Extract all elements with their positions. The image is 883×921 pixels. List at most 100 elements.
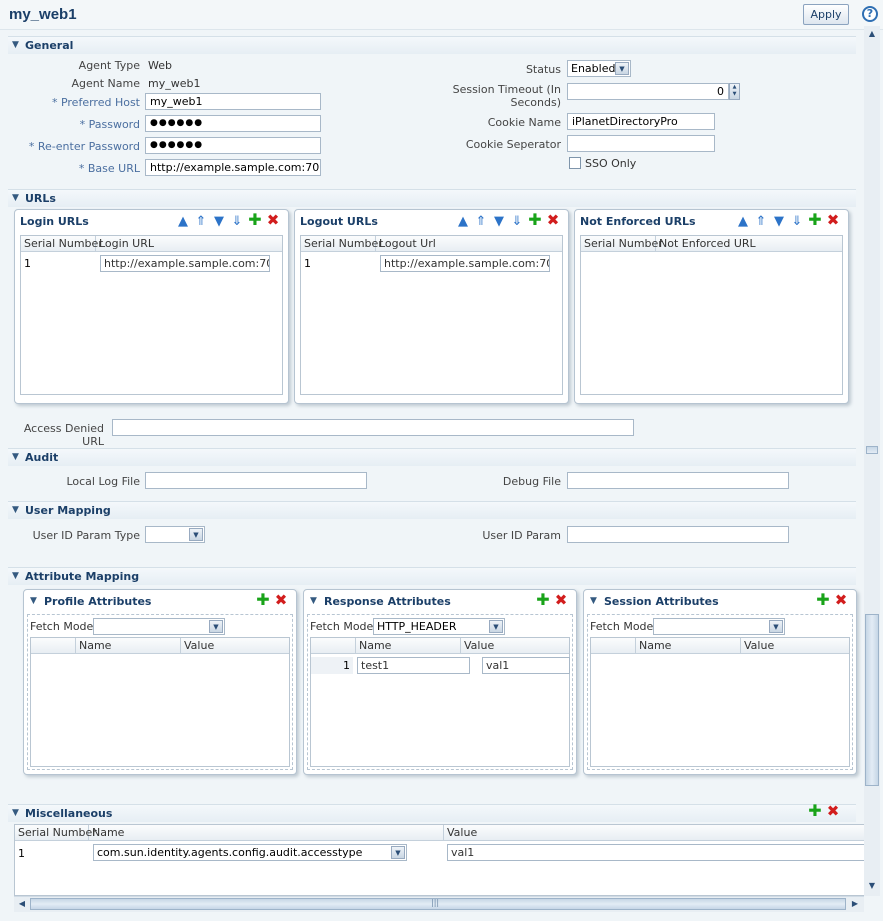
session-timeout-spinner[interactable]: ▲ ▼ [729,83,740,100]
scroll-up-icon[interactable]: ▲ [865,27,879,41]
agent-type-value: Web [148,59,172,72]
audit-section-header[interactable]: ▼ Audit [8,448,856,466]
fetch-mode-label: Fetch Mode [590,620,654,633]
horizontal-scroll-thumb[interactable]: ||| [30,898,846,910]
col-serial-number: Serial Number [581,236,663,252]
user-mapping-section-header[interactable]: ▼ User Mapping [8,501,856,519]
miscellaneous-section-header[interactable]: ▼ Miscellaneous [8,804,856,822]
collapse-audit-icon[interactable]: ▼ [12,452,19,462]
user-id-param-label: User ID Param [482,529,561,542]
add-icon[interactable]: ✚ [806,803,824,819]
response-attributes-content: Fetch Mode HTTP_HEADER ▼ Name Value 1 te… [307,614,573,770]
user-id-param-type-select[interactable]: ▼ [145,526,205,543]
move-top-icon[interactable]: ⇑ [472,215,490,229]
session-attributes-toolbar: ✚ ✖ [814,592,850,608]
add-icon[interactable]: ✚ [254,592,272,608]
attribute-mapping-section-header[interactable]: ▼ Attribute Mapping [8,567,856,585]
response-attr-value-input[interactable]: val1 [482,657,570,674]
access-denied-url-label: Access Denied URL [23,422,104,448]
move-top-icon[interactable]: ⇑ [752,215,770,229]
session-timeout-input[interactable]: 0 [567,83,729,100]
agent-name-label: Agent Name [71,77,140,90]
collapse-attribute-mapping-icon[interactable]: ▼ [12,571,19,581]
help-icon[interactable]: ? [862,6,878,22]
delete-icon[interactable]: ✖ [272,593,290,608]
user-id-param-input[interactable] [567,526,789,543]
collapse-response-attributes-icon[interactable]: ▼ [310,596,317,606]
login-url-input[interactable]: http://example.sample.com:7001 [100,255,270,272]
status-select[interactable]: Enabled ▼ [567,60,631,77]
scroll-left-icon[interactable]: ◀ [15,897,29,911]
move-bottom-icon[interactable]: ⇓ [788,215,806,229]
chevron-down-icon: ▼ [615,62,629,75]
access-denied-url-input[interactable] [112,419,634,436]
session-timeout-label: Session Timeout (In Seconds) [452,83,561,109]
collapse-urls-icon[interactable]: ▼ [12,193,19,203]
fetch-mode-label: Fetch Mode [310,620,374,633]
row-serial: 1 [24,257,31,270]
spinner-up-icon[interactable]: ▲ [730,84,739,91]
collapse-general-icon[interactable]: ▼ [12,40,19,50]
miscellaneous-table: Serial Number Name Value 1 com.sun.ident… [14,824,865,896]
scroll-down-icon[interactable]: ▼ [865,879,879,893]
delete-icon[interactable]: ✖ [552,593,570,608]
add-icon[interactable]: ✚ [814,592,832,608]
sso-only-checkbox[interactable] [569,157,581,169]
delete-icon[interactable]: ✖ [824,804,842,819]
chevron-down-icon: ▼ [189,528,203,541]
cookie-name-input[interactable]: iPlanetDirectoryPro [567,113,715,130]
delete-icon[interactable]: ✖ [832,593,850,608]
move-top-icon[interactable]: ⇑ [192,215,210,229]
session-fetch-mode-select[interactable]: ▼ [653,618,785,635]
session-attributes-table: Name Value [590,637,850,767]
logout-url-input[interactable]: http://example.sample.com:7001 [380,255,550,272]
collapse-user-mapping-icon[interactable]: ▼ [12,505,19,515]
preferred-host-input[interactable]: my_web1 [145,93,321,110]
add-icon[interactable]: ✚ [534,592,552,608]
move-down-icon[interactable]: ▼ [770,215,788,229]
collapse-profile-attributes-icon[interactable]: ▼ [30,596,37,606]
urls-section-header[interactable]: ▼ URLs [8,189,856,207]
delete-icon[interactable]: ✖ [824,213,842,228]
move-up-icon[interactable]: ▲ [174,215,192,229]
reenter-password-input[interactable]: ●●●●●● [145,137,321,154]
move-down-icon[interactable]: ▼ [490,215,508,229]
move-up-icon[interactable]: ▲ [734,215,752,229]
general-section-header[interactable]: ▼ General [8,36,856,54]
move-bottom-icon[interactable]: ⇓ [228,215,246,229]
base-url-input[interactable]: http://example.sample.com:7001 [145,159,321,176]
misc-name-select[interactable]: com.sun.identity.agents.config.audit.acc… [93,844,407,861]
delete-icon[interactable]: ✖ [264,213,282,228]
chevron-down-icon: ▼ [769,620,783,633]
add-icon[interactable]: ✚ [806,212,824,228]
response-fetch-mode-select[interactable]: HTTP_HEADER ▼ [373,618,505,635]
not-enforced-urls-panel: Not Enforced URLs ▲ ⇑ ▼ ⇓ ✚ ✖ Serial Number N… [574,209,849,404]
delete-icon[interactable]: ✖ [544,213,562,228]
debug-file-input[interactable] [567,472,789,489]
move-up-icon[interactable]: ▲ [454,215,472,229]
response-attr-name-input[interactable]: test1 [357,657,470,674]
sso-only-label: SSO Only [585,157,637,170]
response-attributes-table: Name Value 1 test1 val1 [310,637,570,767]
profile-attributes-panel: ▼ Profile Attributes ✚ ✖ Fetch Mode ▼ Nam… [23,589,297,775]
password-input[interactable]: ●●●●●● [145,115,321,132]
local-log-file-input[interactable] [145,472,367,489]
move-down-icon[interactable]: ▼ [210,215,228,229]
spinner-down-icon[interactable]: ▼ [730,91,739,98]
move-bottom-icon[interactable]: ⇓ [508,215,526,229]
collapse-miscellaneous-icon[interactable]: ▼ [12,808,19,818]
col-logout-url: Logout Url [379,237,436,250]
logout-urls-panel: Logout URLs ▲ ⇑ ▼ ⇓ ✚ ✖ Serial Number Logout … [294,209,569,404]
add-icon[interactable]: ✚ [246,212,264,228]
general-section-title: General [25,39,74,52]
add-icon[interactable]: ✚ [526,212,544,228]
collapse-session-attributes-icon[interactable]: ▼ [590,596,597,606]
cookie-separator-input[interactable] [567,135,715,152]
scroll-right-icon[interactable]: ▶ [848,897,862,911]
apply-button[interactable]: Apply [803,4,849,25]
debug-file-label: Debug File [502,475,561,488]
vertical-scroll-thumb[interactable] [865,614,879,786]
misc-value-input[interactable]: val1 [447,844,865,861]
col-serial-number: Serial Number [21,236,103,252]
profile-fetch-mode-select[interactable]: ▼ [93,618,225,635]
